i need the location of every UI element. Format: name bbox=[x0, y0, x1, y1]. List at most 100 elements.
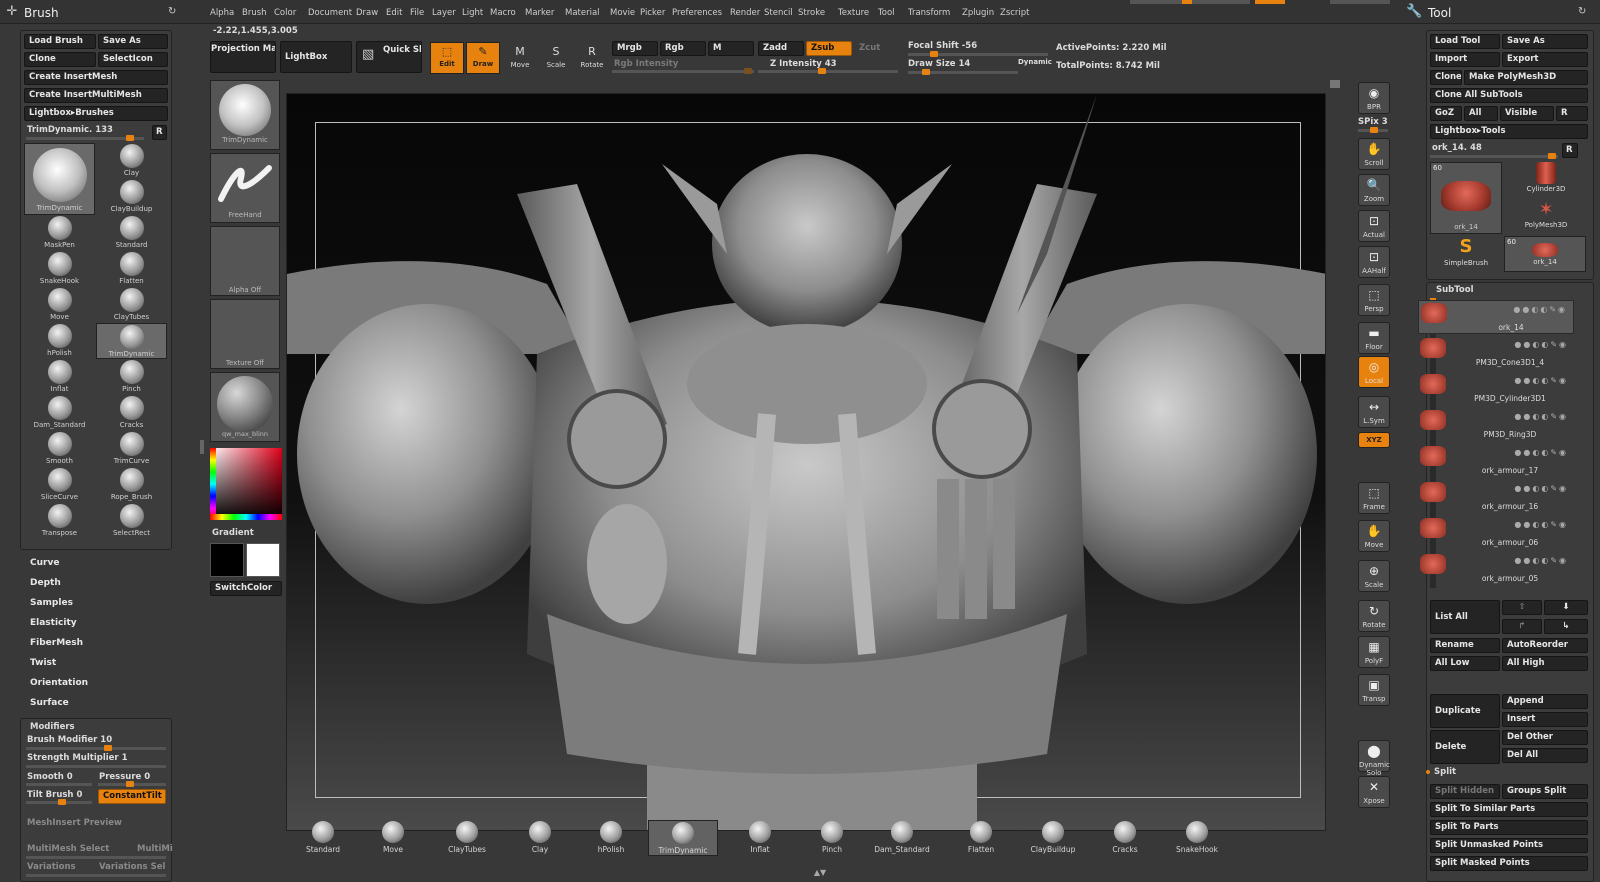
lightbox-button[interactable]: LightBox bbox=[280, 41, 352, 73]
zadd-button[interactable]: Zadd bbox=[758, 41, 804, 56]
subtool-visibility-icon[interactable]: ●●◐◐✎◉ bbox=[1514, 340, 1568, 349]
menu-file[interactable]: File bbox=[410, 8, 424, 18]
split-title[interactable]: Split bbox=[1434, 767, 1456, 777]
shelf-move[interactable]: ✋ Move bbox=[1358, 520, 1390, 552]
brush-modifier-label[interactable]: Brush Modifier 10 bbox=[27, 735, 112, 745]
subtool-row[interactable]: ●●◐◐✎◉ PM3D_Cone3D1_4 bbox=[1418, 336, 1574, 370]
subtool-row[interactable]: ●●◐◐✎◉ ork_armour_16 bbox=[1418, 480, 1574, 514]
strength-multiplier-slider[interactable] bbox=[26, 765, 166, 768]
edit-mode-button[interactable]: ⬚ Edit bbox=[430, 42, 464, 74]
secondary-color-swatch[interactable] bbox=[210, 543, 244, 577]
create-insertmultimesh-button[interactable]: Create InsertMultiMesh bbox=[24, 88, 168, 103]
insert-button[interactable]: Insert bbox=[1502, 712, 1588, 727]
submenu-orientation[interactable]: Orientation bbox=[30, 678, 88, 688]
list-all-button[interactable]: List All bbox=[1430, 600, 1500, 634]
menu-stencil[interactable]: Stencil bbox=[764, 8, 793, 18]
shelf-rotate[interactable]: ↻ Rotate bbox=[1358, 600, 1390, 632]
menu-picker[interactable]: Picker bbox=[640, 8, 665, 18]
bottom-brush-standard[interactable]: Standard bbox=[288, 820, 358, 856]
draw-size-label[interactable]: Draw Size 14 bbox=[908, 59, 970, 69]
multimi-label[interactable]: MultiMi bbox=[137, 844, 173, 854]
menu-zscript[interactable]: Zscript bbox=[1000, 8, 1030, 18]
menu-texture[interactable]: Texture bbox=[838, 8, 869, 18]
subtool-visibility-icon[interactable]: ●●◐◐✎◉ bbox=[1514, 556, 1568, 565]
rename-button[interactable]: Rename bbox=[1430, 638, 1500, 653]
subtool-visibility-icon[interactable]: ●●◐◐✎◉ bbox=[1513, 305, 1567, 314]
split-masked-button[interactable]: Split Masked Points bbox=[1430, 856, 1588, 871]
goz-button[interactable]: GoZ bbox=[1430, 106, 1462, 121]
menu-preferences[interactable]: Preferences bbox=[672, 8, 722, 18]
subtool-row[interactable]: ●●◐◐✎◉ ork_armour_06 bbox=[1418, 516, 1574, 550]
dynamic-button[interactable]: Dynamic bbox=[1018, 58, 1052, 66]
subtool-visibility-icon[interactable]: ●●◐◐✎◉ bbox=[1514, 484, 1568, 493]
spix-slider[interactable] bbox=[1358, 127, 1388, 133]
menu-layer[interactable]: Layer bbox=[432, 8, 456, 18]
mrgb-button[interactable]: Mrgb bbox=[612, 41, 658, 56]
submenu-samples[interactable]: Samples bbox=[30, 598, 73, 608]
z-intensity-slider[interactable] bbox=[758, 68, 898, 74]
gradient-label[interactable]: Gradient bbox=[212, 528, 254, 538]
brush-modifier-slider[interactable] bbox=[26, 745, 166, 751]
save-as-brush-button[interactable]: Save As bbox=[98, 34, 168, 49]
brush-cracks[interactable]: Cracks bbox=[96, 395, 167, 431]
duplicate-button[interactable]: Duplicate bbox=[1430, 694, 1500, 728]
rotate-mode-button[interactable]: R Rotate bbox=[578, 44, 606, 72]
pressure-slider[interactable] bbox=[98, 781, 166, 787]
brush-flatten[interactable]: Flatten bbox=[96, 251, 167, 287]
menu-material[interactable]: Material bbox=[565, 8, 600, 18]
submenu-elasticity[interactable]: Elasticity bbox=[30, 618, 77, 628]
load-tool-button[interactable]: Load Tool bbox=[1430, 34, 1500, 49]
brush-smooth[interactable]: Smooth bbox=[24, 431, 95, 467]
subtool-row[interactable]: ●●◐◐✎◉ ork_armour_17 bbox=[1418, 444, 1574, 478]
material-slot[interactable]: qw_max_blinn bbox=[210, 372, 280, 442]
menu-brush[interactable]: Brush bbox=[242, 8, 267, 18]
move-subtool-up-button[interactable]: ⇧ bbox=[1502, 600, 1542, 615]
clone-all-subtools-button[interactable]: Clone All SubTools bbox=[1430, 88, 1588, 103]
draw-mode-button[interactable]: ✎ Draw bbox=[466, 42, 500, 74]
subtool-visibility-icon[interactable]: ●●◐◐✎◉ bbox=[1514, 376, 1568, 385]
submenu-twist[interactable]: Twist bbox=[30, 658, 56, 668]
brush-r-button[interactable]: R bbox=[152, 125, 167, 140]
shelf-persp[interactable]: ⬚ Persp bbox=[1358, 284, 1390, 316]
variations-label[interactable]: Variations bbox=[27, 862, 76, 872]
brush-move[interactable]: Move bbox=[24, 287, 95, 323]
shelf-zoom[interactable]: 🔍 Zoom bbox=[1358, 174, 1390, 206]
bottom-brush-snakehook[interactable]: SnakeHook bbox=[1162, 820, 1232, 856]
strength-multiplier-label[interactable]: Strength Multiplier 1 bbox=[27, 753, 128, 763]
menu-color[interactable]: Color bbox=[274, 8, 296, 18]
autoreorder-button[interactable]: AutoReorder bbox=[1502, 638, 1588, 653]
shelf-transp[interactable]: ▣ Transp bbox=[1358, 674, 1390, 706]
bottom-brush-dam_standard[interactable]: Dam_Standard bbox=[867, 820, 937, 856]
goz-all-button[interactable]: All bbox=[1464, 106, 1498, 121]
shelf-polyf[interactable]: ▦ PolyF bbox=[1358, 636, 1390, 668]
del-other-button[interactable]: Del Other bbox=[1502, 730, 1588, 745]
primary-color-swatch[interactable] bbox=[246, 543, 280, 577]
bottom-shelf-collapse-handle[interactable]: ▲▼ bbox=[800, 868, 840, 878]
export-button[interactable]: Export bbox=[1502, 52, 1588, 67]
brush-trimcurve[interactable]: TrimCurve bbox=[96, 431, 167, 467]
bottom-brush-inflat[interactable]: Inflat bbox=[725, 820, 795, 856]
zcut-button[interactable]: Zcut bbox=[859, 43, 880, 53]
shelf-dynamic-solo[interactable]: ⬤ Dynamic Solo bbox=[1358, 740, 1390, 777]
submenu-surface[interactable]: Surface bbox=[30, 698, 69, 708]
bottom-brush-cracks[interactable]: Cracks bbox=[1090, 820, 1160, 856]
shelf-frame[interactable]: ⬚ Frame bbox=[1358, 482, 1390, 514]
tool-thumb-ork-small[interactable]: 60 ork_14 bbox=[1504, 236, 1586, 272]
brush-slot[interactable]: TrimDynamic bbox=[210, 80, 280, 150]
menu-alpha[interactable]: Alpha bbox=[210, 8, 234, 18]
brush-slicecurve[interactable]: SliceCurve bbox=[24, 467, 95, 503]
make-polymesh-button[interactable]: Make PolyMesh3D bbox=[1464, 70, 1588, 85]
bottom-brush-claybuildup[interactable]: ClayBuildup bbox=[1018, 820, 1088, 856]
tool-thumb-ork[interactable]: 60 ork_14 bbox=[1430, 162, 1502, 234]
subtool-visibility-icon[interactable]: ●●◐◐✎◉ bbox=[1514, 520, 1568, 529]
shelf-local[interactable]: ◎ Local bbox=[1358, 356, 1390, 388]
zsub-button[interactable]: Zsub bbox=[806, 41, 852, 56]
shelf-aahalf[interactable]: ⊡ AAHalf bbox=[1358, 246, 1390, 278]
tool-thumb-cylinder[interactable]: Cylinder3D bbox=[1506, 162, 1586, 198]
bottom-brush-claytubes[interactable]: ClayTubes bbox=[432, 820, 502, 856]
move-mode-button[interactable]: M Move bbox=[506, 44, 534, 72]
rgb-intensity-slider[interactable] bbox=[612, 68, 754, 74]
brush-rope_brush[interactable]: Rope_Brush bbox=[96, 467, 167, 503]
menu-macro[interactable]: Macro bbox=[490, 8, 516, 18]
stroke-slot[interactable]: FreeHand bbox=[210, 153, 280, 223]
